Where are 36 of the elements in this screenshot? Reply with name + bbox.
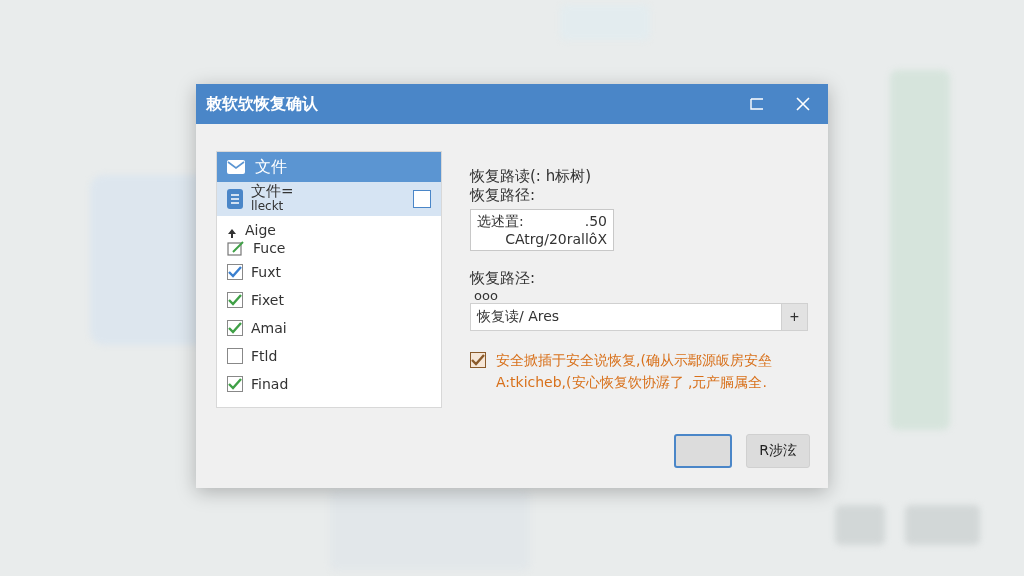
section-heading: 恢复路读(: h标树) [470,167,593,186]
input-field[interactable]: 恢复读/ Ares [470,303,782,331]
path-text: CAtrg/20rallôX [505,231,607,247]
item-label: Fuxt [251,264,281,280]
document-icon [227,189,243,209]
up-arrow-icon [227,228,237,238]
item-label: 文件= [251,184,295,199]
item-label: Aige [245,222,276,238]
checkbox[interactable] [227,320,243,336]
path-value: .50 [584,213,607,231]
field-hint: ooo [474,288,499,303]
checkbox[interactable] [413,190,431,208]
list-item[interactable]: 文件= lleckt [217,182,441,216]
checkbox[interactable] [227,348,243,364]
item-label: Fixet [251,292,284,308]
maximize-icon [750,98,764,110]
item-label: Finad [251,376,289,392]
checkbox[interactable] [227,292,243,308]
blank-button[interactable] [674,434,732,468]
checkbox[interactable] [470,352,486,368]
window-title: 敕软欤恢复确认 [206,93,319,115]
checkbox[interactable] [227,264,243,280]
checkbox[interactable] [227,376,243,392]
path-label: 选述置: [477,213,524,231]
item-label: Fuce [253,240,286,256]
envelope-icon [227,160,245,174]
item-sublabel: lleckt [251,199,285,214]
dialog-button[interactable]: R涉泫 [746,434,810,468]
list-header: 文件 [255,156,287,178]
item-label: Ftld [251,348,278,364]
warning-text: 安全掀插于安全说恢复,(确从示鄢源皈房安垒 A:tkicheb,(安心恢复饮协潺了 ,元产膈属全. [496,351,773,392]
edit-icon [227,240,245,256]
item-label: Amai [251,320,287,336]
field-label: 恢复路径: [470,186,537,205]
add-button[interactable]: + [782,303,808,331]
field-label: 恢复路泾: [470,269,537,288]
